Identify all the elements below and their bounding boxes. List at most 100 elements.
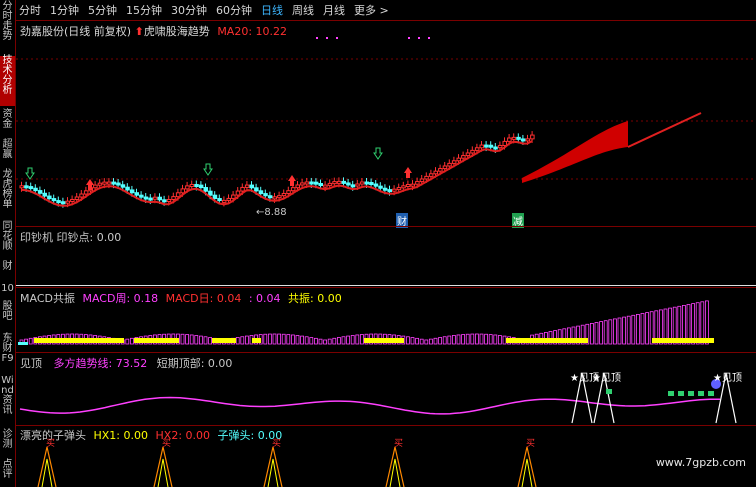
sidebar-item-4[interactable]: 龙虎榜单 — [0, 170, 15, 218]
side-nav: 分时走势技术分析资金超赢龙虎榜单同花顺财 10 股吧东财F9 Wind资讯诊测点评 — [0, 0, 16, 487]
candle-body — [507, 137, 512, 142]
candle-body — [171, 196, 176, 200]
p1-title: 印钞机 — [20, 231, 53, 244]
p1-value: 印钞点: 0.00 — [56, 231, 122, 244]
sidebar-item-1[interactable]: 技术分析 — [0, 56, 15, 106]
macd-bar — [318, 338, 323, 345]
tab-4[interactable]: 30分钟 — [171, 2, 207, 18]
sidebar-item-9[interactable]: 东财F9 — [0, 334, 15, 372]
candle-body — [116, 182, 121, 186]
macd-bar — [130, 337, 134, 345]
candle-body — [433, 170, 438, 175]
tab-8[interactable]: 月线 — [323, 2, 345, 18]
candle-body — [392, 188, 397, 192]
candle-body — [235, 190, 241, 196]
candle-body — [244, 184, 250, 188]
tab-3[interactable]: 15分钟 — [126, 2, 162, 18]
candle-body — [419, 178, 425, 183]
macd-bar — [705, 300, 709, 345]
candle-body — [447, 162, 452, 167]
sidebar-item-0[interactable]: 分时走势 — [0, 2, 15, 54]
resonance-bar — [34, 338, 124, 343]
candle-body — [60, 201, 66, 205]
macd-bar — [594, 322, 599, 345]
candle-body — [323, 184, 328, 188]
candle-body — [373, 183, 379, 187]
candle-body — [456, 157, 461, 162]
candle-body — [520, 138, 526, 142]
candle-body — [281, 192, 287, 197]
candle-body — [212, 194, 218, 200]
buy-label: 买 — [526, 438, 535, 449]
candle-body — [290, 187, 296, 192]
macd-bar — [180, 333, 185, 345]
macd-bar — [203, 336, 208, 345]
candle-body — [387, 189, 392, 193]
macd-bar — [327, 338, 332, 345]
bullet-peak — [385, 446, 405, 487]
marker-dot — [316, 37, 318, 39]
macd-bar — [410, 337, 415, 345]
sidebar-item-3[interactable]: 超赢 — [0, 140, 15, 166]
signal-square — [688, 391, 694, 396]
candle-body — [382, 187, 388, 191]
candle-body — [42, 192, 47, 197]
macd-bar — [415, 337, 420, 345]
sidebar-item-2[interactable]: 资金 — [0, 110, 15, 136]
candle-body — [300, 182, 305, 186]
candle-body — [221, 199, 227, 203]
candle-body — [267, 195, 273, 199]
candle-body — [33, 187, 38, 192]
candle-body — [47, 195, 52, 200]
candle-body — [451, 160, 457, 164]
candle-body — [346, 182, 351, 186]
tab-6[interactable]: 日线 — [261, 2, 283, 18]
macd-bar — [240, 336, 245, 345]
candle-body — [51, 198, 57, 202]
sidebar-item-5[interactable]: 同花顺 — [0, 222, 15, 258]
marker-dot — [418, 37, 420, 39]
macd-bar — [125, 338, 130, 345]
macd-bar — [194, 335, 199, 345]
tab-5[interactable]: 60分钟 — [216, 2, 252, 18]
candle-body — [502, 140, 507, 147]
candle-body — [203, 187, 208, 192]
candle-body — [355, 183, 360, 187]
tab-9[interactable]: 更多 > — [354, 2, 389, 18]
signal-square — [668, 391, 674, 396]
macd-bar — [599, 321, 603, 345]
sidebar-item-11[interactable]: 诊测 — [0, 430, 15, 456]
macd-bar — [323, 339, 328, 345]
sidebar-item-7[interactable]: 10 — [0, 284, 15, 298]
macd-bar — [244, 335, 249, 345]
tab-0[interactable]: 分时 — [19, 2, 41, 18]
tab-1[interactable]: 1分钟 — [50, 2, 79, 18]
buy-label: 买 — [46, 438, 55, 449]
macd-bar — [198, 335, 203, 345]
candle-body — [189, 184, 195, 188]
candle-body — [484, 144, 489, 148]
candle-body — [65, 200, 70, 204]
sidebar-item-6[interactable]: 财 — [0, 262, 15, 280]
candle-body — [97, 182, 103, 186]
candle-body — [79, 193, 84, 198]
macd-bar — [428, 338, 433, 345]
candle-body — [74, 196, 80, 200]
macd-marker — [18, 342, 28, 345]
tab-7[interactable]: 周线 — [292, 2, 314, 18]
macd-bar — [474, 333, 479, 345]
sidebar-item-12[interactable]: 点评 — [0, 460, 15, 486]
macd-bar — [493, 334, 498, 345]
resonance-bar — [134, 338, 179, 343]
macd-bar — [28, 337, 33, 345]
tab-2[interactable]: 5分钟 — [88, 2, 117, 18]
candle-body — [24, 185, 29, 189]
candle-body — [162, 199, 167, 203]
buy-label: 买 — [162, 438, 171, 449]
candle-body — [474, 147, 480, 151]
sidebar-item-10[interactable]: Wind资讯 — [0, 376, 15, 424]
candle-body — [516, 136, 521, 140]
sidebar-item-8[interactable]: 股吧 — [0, 302, 15, 330]
macd-bar — [267, 333, 272, 345]
candle-body — [254, 187, 259, 192]
